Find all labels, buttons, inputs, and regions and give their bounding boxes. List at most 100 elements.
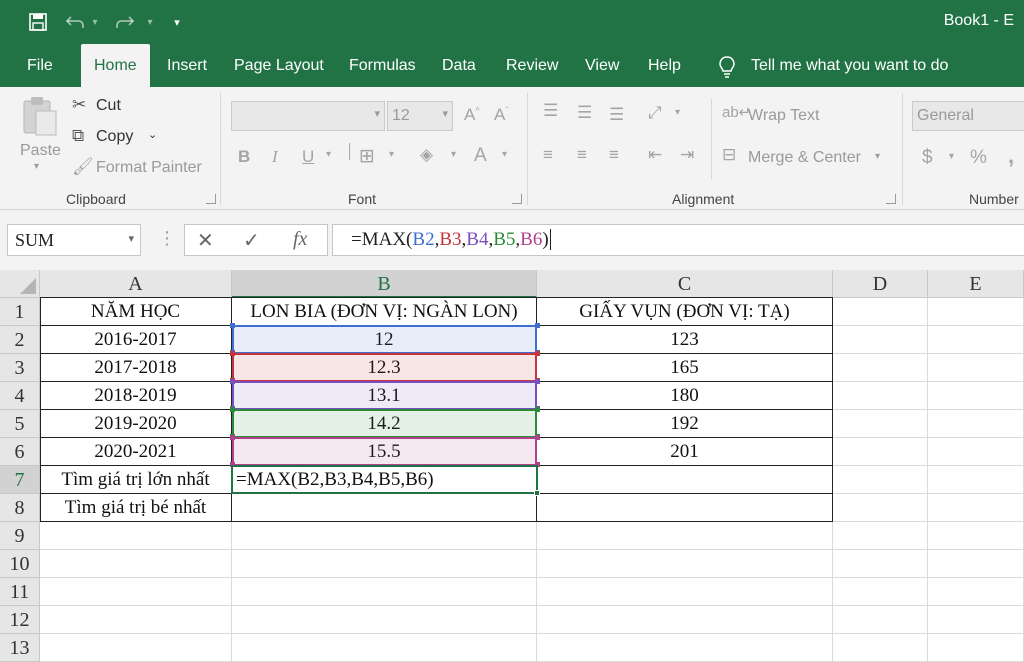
cell-c9[interactable] xyxy=(537,522,833,550)
cell-e5[interactable] xyxy=(928,410,1024,438)
save-icon[interactable] xyxy=(26,10,50,34)
cell-c6[interactable]: 201 xyxy=(537,438,833,466)
column-header-a[interactable]: A xyxy=(40,270,232,298)
row-header-2[interactable]: 2 xyxy=(0,326,40,354)
cell-d8[interactable] xyxy=(833,494,928,522)
cell-a8[interactable]: Tìm giá trị bé nhất xyxy=(40,494,232,522)
merge-center-button[interactable]: Merge & Center xyxy=(748,149,861,167)
align-right-icon[interactable]: ≡ xyxy=(609,145,619,165)
insert-function-button[interactable]: fx xyxy=(293,228,307,251)
cell-e12[interactable] xyxy=(928,606,1024,634)
cell-c11[interactable] xyxy=(537,578,833,606)
cell-a1[interactable]: NĂM HỌC xyxy=(40,298,232,326)
cell-c8[interactable] xyxy=(537,494,833,522)
decrease-indent-icon[interactable]: ⇤ xyxy=(648,145,662,165)
alignment-launcher-icon[interactable] xyxy=(886,194,896,204)
cell-c5[interactable]: 192 xyxy=(537,410,833,438)
reference-handle[interactable] xyxy=(230,379,235,384)
tab-data[interactable]: Data xyxy=(442,44,476,87)
undo-icon[interactable] xyxy=(64,10,86,34)
cell-b13[interactable] xyxy=(232,634,537,662)
cell-d11[interactable] xyxy=(833,578,928,606)
row-header-9[interactable]: 9 xyxy=(0,522,40,550)
font-color-dropdown-icon[interactable]: ▾ xyxy=(502,149,507,160)
cell-b11[interactable] xyxy=(232,578,537,606)
cell-e10[interactable] xyxy=(928,550,1024,578)
cell-e1[interactable] xyxy=(928,298,1024,326)
cell-b12[interactable] xyxy=(232,606,537,634)
cell-c12[interactable] xyxy=(537,606,833,634)
cell-e13[interactable] xyxy=(928,634,1024,662)
active-cell-b7[interactable] xyxy=(231,465,538,494)
orientation-icon[interactable]: ⤢ xyxy=(648,103,662,123)
cell-d12[interactable] xyxy=(833,606,928,634)
cell-d9[interactable] xyxy=(833,522,928,550)
cell-d1[interactable] xyxy=(833,298,928,326)
comma-button[interactable]: , xyxy=(1008,143,1014,169)
reference-handle[interactable] xyxy=(230,323,235,328)
row-header-13[interactable]: 13 xyxy=(0,634,40,662)
row-header-10[interactable]: 10 xyxy=(0,550,40,578)
cell-e9[interactable] xyxy=(928,522,1024,550)
fill-handle[interactable] xyxy=(534,490,540,496)
reference-handle[interactable] xyxy=(230,435,235,440)
tab-home[interactable]: Home xyxy=(81,44,150,87)
paste-dropdown-icon[interactable]: ▾ xyxy=(34,161,39,172)
cell-a3[interactable]: 2017-2018 xyxy=(40,354,232,382)
redo-dropdown-icon[interactable]: ▾ xyxy=(144,10,156,34)
row-header-11[interactable]: 11 xyxy=(0,578,40,606)
tab-insert[interactable]: Insert xyxy=(167,44,207,87)
cell-e8[interactable] xyxy=(928,494,1024,522)
cell-e7[interactable] xyxy=(928,466,1024,494)
cell-a7[interactable]: Tìm giá trị lớn nhất xyxy=(40,466,232,494)
reference-handle[interactable] xyxy=(535,435,540,440)
cell-e6[interactable] xyxy=(928,438,1024,466)
percent-button[interactable]: % xyxy=(970,147,987,169)
cell-a11[interactable] xyxy=(40,578,232,606)
increase-indent-icon[interactable]: ⇥ xyxy=(680,145,694,165)
formula-input[interactable]: =MAX(B2,B3,B4,B5,B6)​ xyxy=(332,224,1024,256)
paste-button[interactable]: Paste xyxy=(20,142,61,160)
column-header-e[interactable]: E xyxy=(928,270,1024,298)
tab-review[interactable]: Review xyxy=(506,44,558,87)
merge-dropdown-icon[interactable]: ▾ xyxy=(875,151,880,162)
cell-d13[interactable] xyxy=(833,634,928,662)
cell-c13[interactable] xyxy=(537,634,833,662)
reference-handle[interactable] xyxy=(535,323,540,328)
formula-bar-grip-icon[interactable]: ⋮ xyxy=(158,228,176,249)
borders-dropdown-icon[interactable]: ▾ xyxy=(389,149,394,160)
copy-dropdown-icon[interactable]: ⌄ xyxy=(148,128,157,141)
cell-c4[interactable]: 180 xyxy=(537,382,833,410)
cell-d10[interactable] xyxy=(833,550,928,578)
tab-page-layout[interactable]: Page Layout xyxy=(234,44,324,87)
wrap-text-button[interactable]: Wrap Text xyxy=(748,107,819,125)
font-launcher-icon[interactable] xyxy=(512,194,522,204)
cell-a5[interactable]: 2019-2020 xyxy=(40,410,232,438)
column-header-b[interactable]: B xyxy=(232,270,537,298)
cell-c7[interactable] xyxy=(537,466,833,494)
reference-handle[interactable] xyxy=(230,407,235,412)
enter-icon[interactable]: ✓ xyxy=(243,228,260,253)
cancel-icon[interactable]: ✕ xyxy=(197,228,214,253)
underline-button[interactable]: U xyxy=(302,147,314,167)
align-top-icon[interactable]: ☰ xyxy=(543,101,558,121)
cell-b9[interactable] xyxy=(232,522,537,550)
cell-d4[interactable] xyxy=(833,382,928,410)
paste-icon[interactable] xyxy=(18,95,62,139)
cell-a6[interactable]: 2020-2021 xyxy=(40,438,232,466)
row-header-7[interactable]: 7 xyxy=(0,466,40,494)
cell-c3[interactable]: 165 xyxy=(537,354,833,382)
cell-e11[interactable] xyxy=(928,578,1024,606)
increase-font-icon[interactable]: A^ xyxy=(464,105,480,125)
italic-button[interactable]: I xyxy=(272,147,278,167)
select-all-button[interactable] xyxy=(0,270,40,298)
row-header-5[interactable]: 5 xyxy=(0,410,40,438)
cell-a13[interactable] xyxy=(40,634,232,662)
undo-dropdown-icon[interactable]: ▾ xyxy=(89,10,101,34)
align-left-icon[interactable]: ≡ xyxy=(543,145,553,165)
cell-e3[interactable] xyxy=(928,354,1024,382)
column-header-c[interactable]: C xyxy=(537,270,833,298)
number-format-combo[interactable]: General xyxy=(912,101,1024,131)
format-painter-button[interactable]: Format Painter xyxy=(96,159,202,177)
redo-icon[interactable] xyxy=(114,10,136,34)
